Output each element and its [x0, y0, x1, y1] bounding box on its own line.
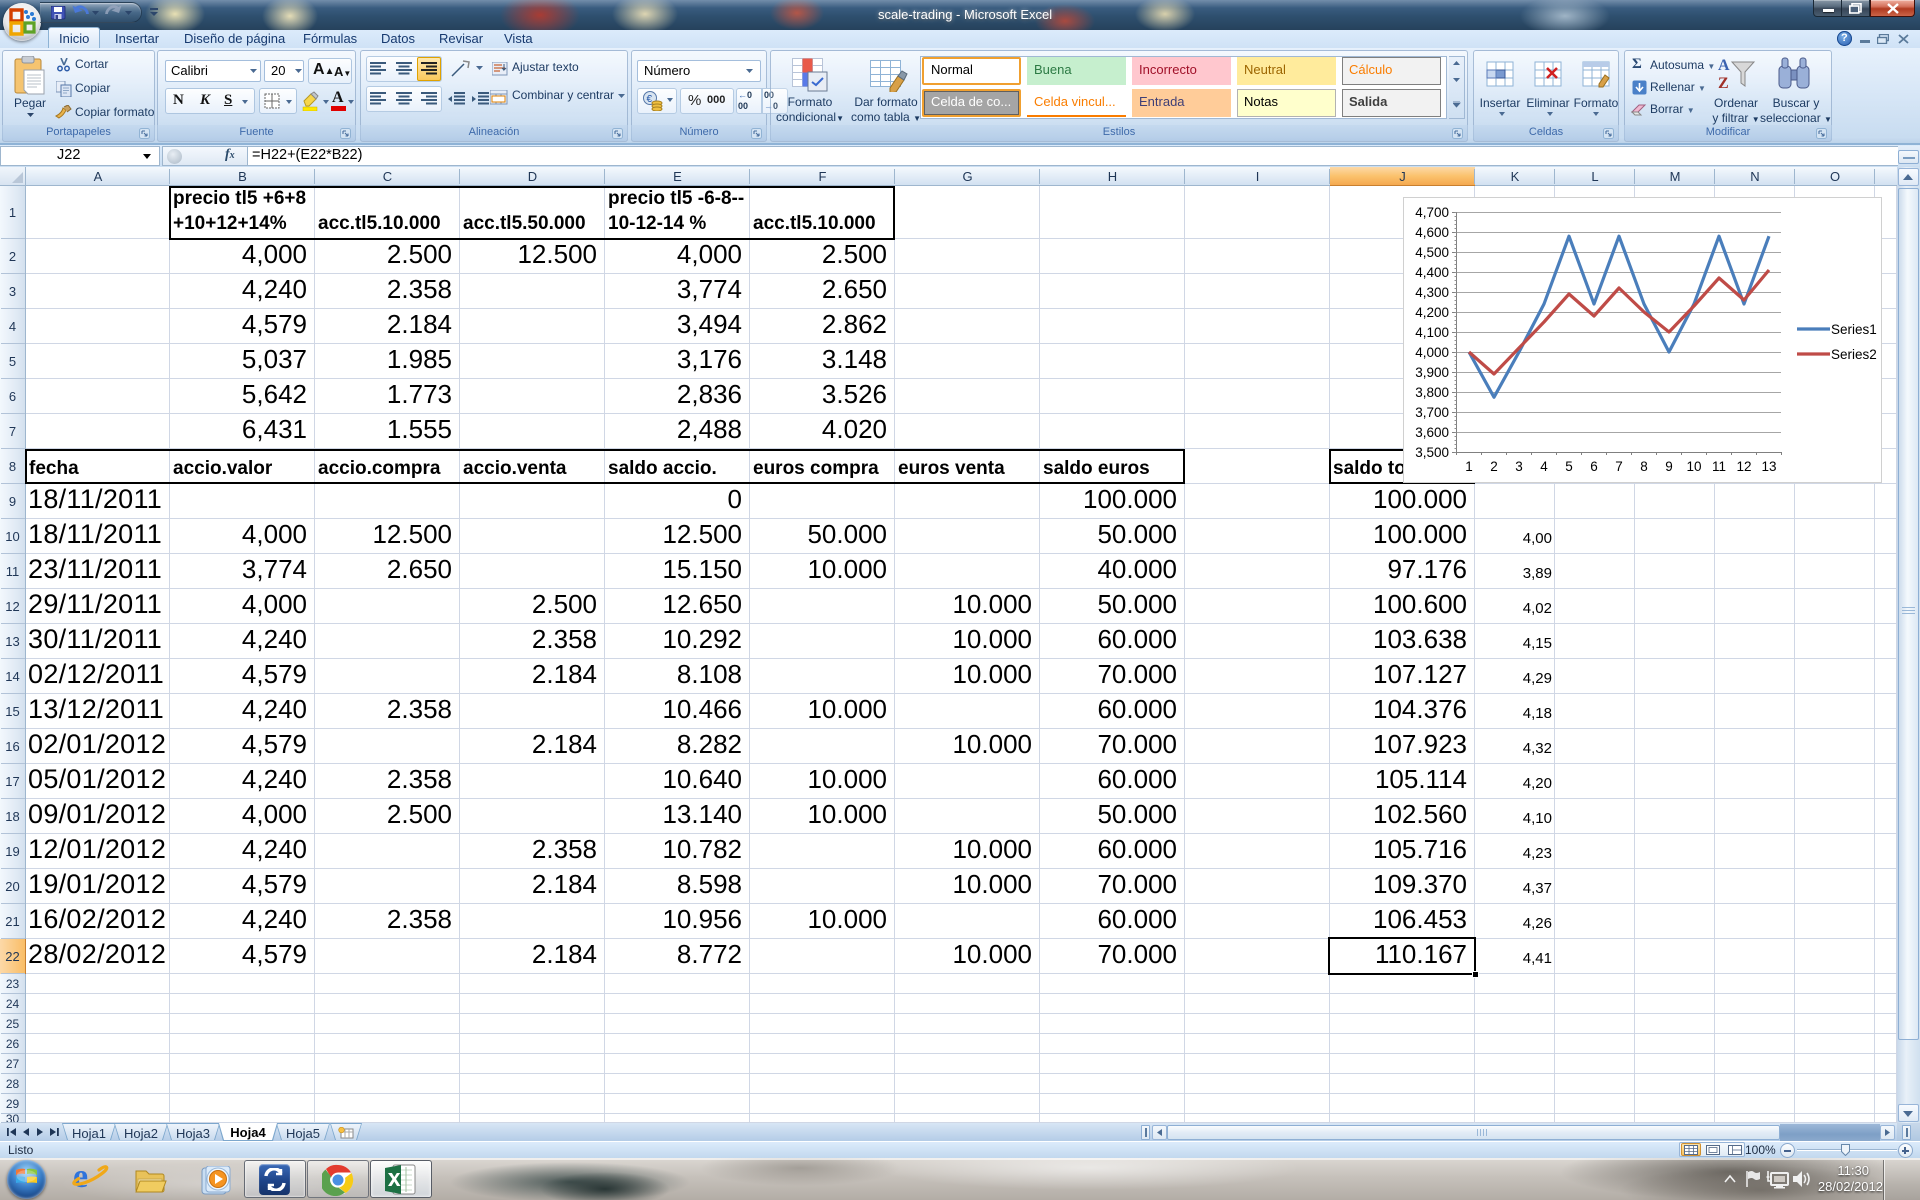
- svg-text:4,400: 4,400: [1415, 265, 1449, 280]
- svg-text:12: 12: [1736, 459, 1751, 474]
- svg-text:4,200: 4,200: [1415, 305, 1449, 320]
- svg-text:4,000: 4,000: [1415, 345, 1449, 360]
- svg-text:4,700: 4,700: [1415, 205, 1449, 220]
- svg-text:Series2: Series2: [1831, 347, 1877, 362]
- svg-text:5: 5: [1565, 459, 1573, 474]
- svg-text:4,500: 4,500: [1415, 245, 1449, 260]
- svg-text:3,500: 3,500: [1415, 445, 1449, 460]
- svg-text:8: 8: [1640, 459, 1648, 474]
- svg-text:3,700: 3,700: [1415, 405, 1449, 420]
- svg-text:A: A: [1718, 57, 1730, 74]
- svg-text:4: 4: [1540, 459, 1548, 474]
- svg-text:6: 6: [1590, 459, 1598, 474]
- svg-text:2: 2: [1490, 459, 1498, 474]
- svg-text:4,100: 4,100: [1415, 325, 1449, 340]
- svg-text:9: 9: [1665, 459, 1673, 474]
- svg-text:10: 10: [1686, 459, 1701, 474]
- svg-text:3,900: 3,900: [1415, 365, 1449, 380]
- svg-text:4,300: 4,300: [1415, 285, 1449, 300]
- svg-text:3: 3: [1515, 459, 1523, 474]
- svg-text:13: 13: [1761, 459, 1776, 474]
- svg-text:4,600: 4,600: [1415, 225, 1449, 240]
- svg-text:3,800: 3,800: [1415, 385, 1449, 400]
- svg-text:1: 1: [1465, 459, 1473, 474]
- svg-text:Z: Z: [1718, 75, 1729, 92]
- svg-text:Series1: Series1: [1831, 322, 1877, 337]
- svg-text:11: 11: [1712, 459, 1726, 474]
- svg-text:3,600: 3,600: [1415, 425, 1449, 440]
- svg-text:7: 7: [1615, 459, 1623, 474]
